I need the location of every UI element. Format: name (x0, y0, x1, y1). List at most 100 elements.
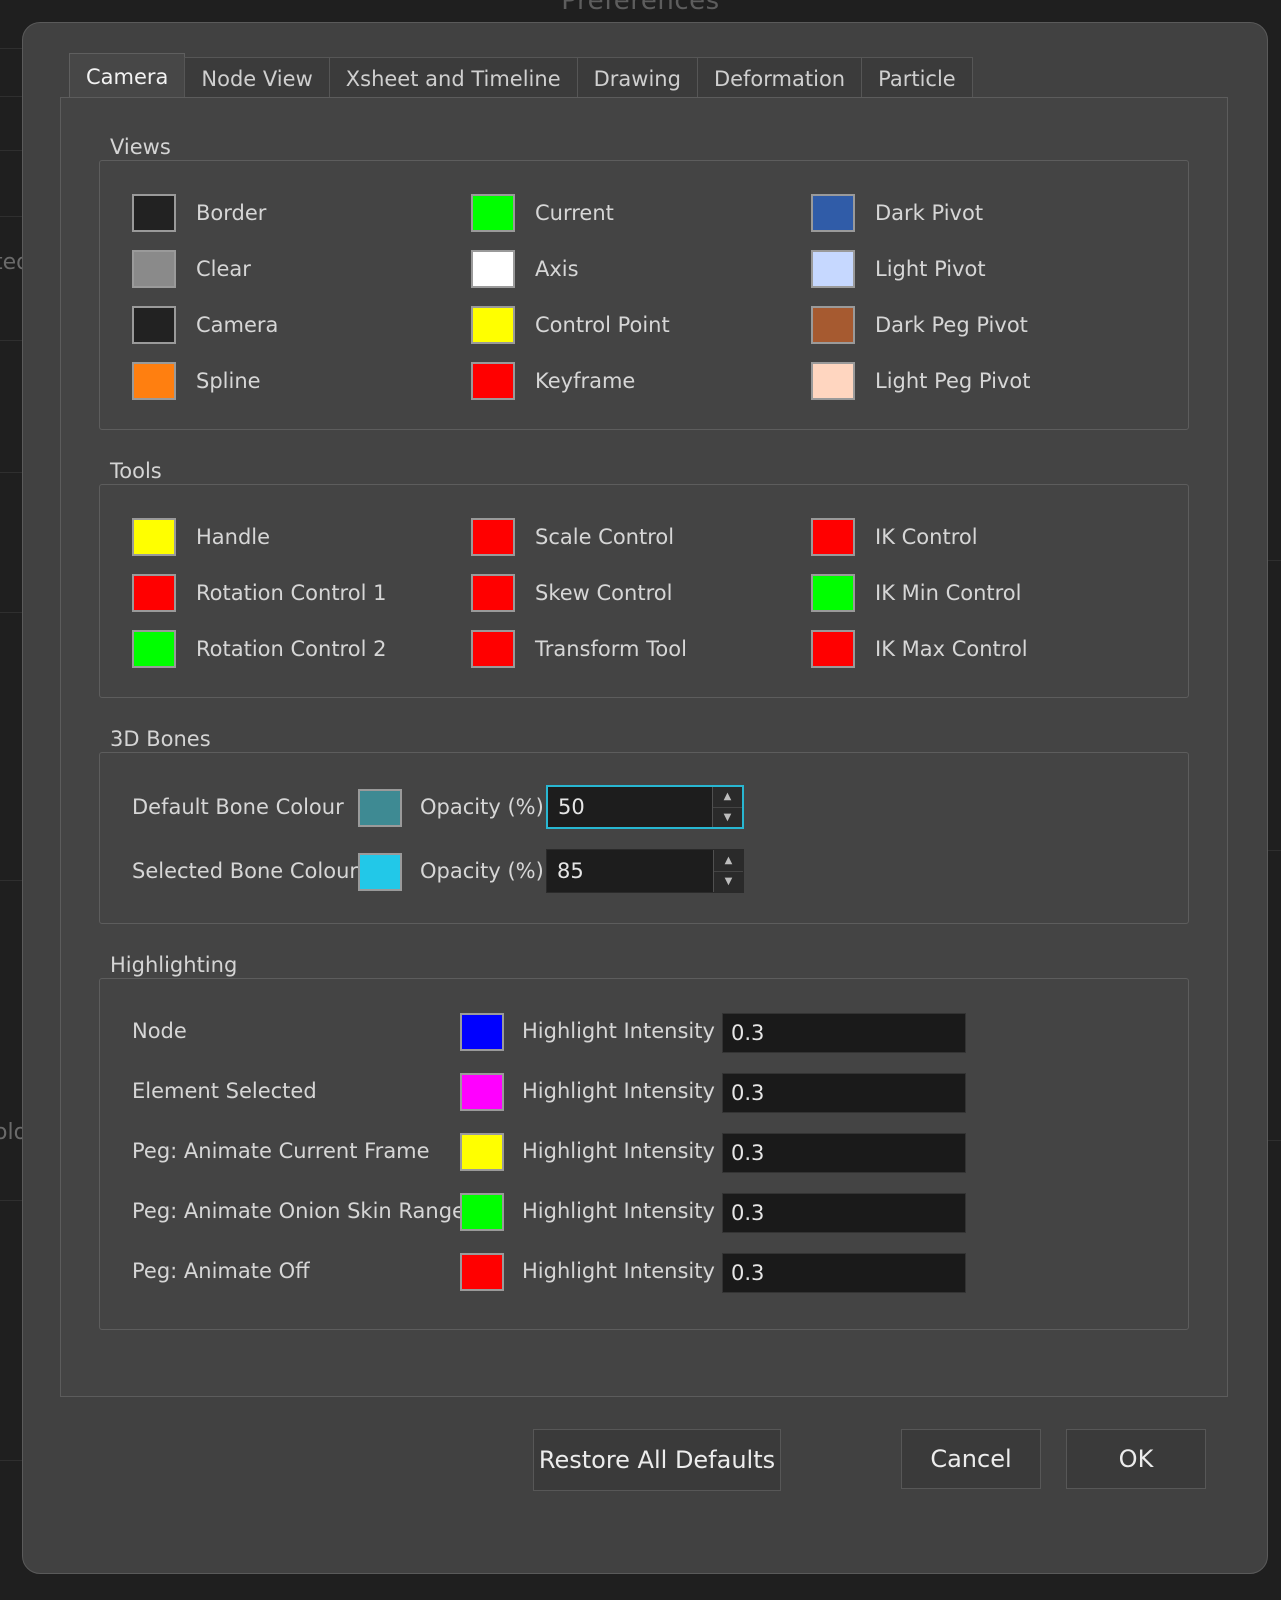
window-title: Preferences (561, 0, 720, 16)
opacity-value[interactable]: 50 (548, 787, 712, 827)
colour-item-label: Scale Control (535, 525, 675, 549)
colour-swatch[interactable] (811, 250, 855, 288)
bg-divider (0, 612, 24, 613)
colour-item-clear[interactable]: Clear (132, 249, 251, 289)
colour-swatch[interactable] (811, 306, 855, 344)
colour-swatch[interactable] (460, 1073, 504, 1111)
highlight-intensity-label: Highlight Intensity (522, 1259, 715, 1283)
colour-swatch[interactable] (471, 306, 515, 344)
colour-item-dark-peg-pivot[interactable]: Dark Peg Pivot (811, 305, 1028, 345)
highlight-intensity-field[interactable]: 0.3 (722, 1253, 966, 1293)
colour-item-light-pivot[interactable]: Light Pivot (811, 249, 986, 289)
tab-particle[interactable]: Particle (861, 57, 973, 99)
bg-divider (0, 216, 24, 217)
colour-swatch[interactable] (811, 518, 855, 556)
colour-item-label: Light Pivot (875, 257, 986, 281)
tab-xsheet-and-timeline[interactable]: Xsheet and Timeline (328, 57, 578, 99)
default-bone-colour-swatch[interactable] (358, 788, 402, 828)
highlight-intensity-field[interactable]: 0.3 (722, 1133, 966, 1173)
colour-swatch[interactable] (471, 250, 515, 288)
selected-bone-opacity-spinbox[interactable]: 85 ▲ ▼ (546, 849, 744, 893)
colour-swatch[interactable] (358, 853, 402, 891)
colour-item-border[interactable]: Border (132, 193, 266, 233)
colour-item-rotation-control-2[interactable]: Rotation Control 2 (132, 629, 386, 669)
colour-item-skew-control[interactable]: Skew Control (471, 573, 672, 613)
cancel-button[interactable]: Cancel (901, 1429, 1041, 1489)
colour-swatch[interactable] (132, 194, 176, 232)
colour-item-camera[interactable]: Camera (132, 305, 278, 345)
colour-item-axis[interactable]: Axis (471, 249, 579, 289)
colour-item-scale-control[interactable]: Scale Control (471, 517, 674, 557)
highlight-colour-swatch[interactable] (460, 1132, 504, 1172)
ok-button[interactable]: OK (1066, 1429, 1206, 1489)
colour-item-label: IK Max Control (875, 637, 1028, 661)
colour-item-ik-control[interactable]: IK Control (811, 517, 978, 557)
opacity-label: Opacity (%) (420, 795, 544, 819)
spin-down-icon[interactable]: ▼ (713, 808, 742, 828)
colour-swatch[interactable] (132, 306, 176, 344)
highlight-colour-swatch[interactable] (460, 1012, 504, 1052)
bg-divider (0, 96, 24, 97)
colour-swatch[interactable] (471, 362, 515, 400)
colour-item-ik-min-control[interactable]: IK Min Control (811, 573, 1022, 613)
highlight-intensity-field[interactable]: 0.3 (722, 1013, 966, 1053)
highlight-colour-swatch[interactable] (460, 1192, 504, 1232)
colour-item-rotation-control-1[interactable]: Rotation Control 1 (132, 573, 386, 613)
colour-item-spline[interactable]: Spline (132, 361, 261, 401)
colour-swatch[interactable] (471, 194, 515, 232)
colour-swatch[interactable] (132, 250, 176, 288)
colour-swatch[interactable] (811, 362, 855, 400)
colour-item-current[interactable]: Current (471, 193, 614, 233)
colour-item-handle[interactable]: Handle (132, 517, 270, 557)
colour-swatch[interactable] (132, 574, 176, 612)
highlight-row-label: Element Selected (132, 1079, 317, 1103)
colour-item-dark-pivot[interactable]: Dark Pivot (811, 193, 983, 233)
colour-swatch[interactable] (811, 194, 855, 232)
colour-item-label: IK Control (875, 525, 978, 549)
tab-node-view[interactable]: Node View (184, 57, 330, 99)
colour-item-label: Axis (535, 257, 579, 281)
colour-item-ik-max-control[interactable]: IK Max Control (811, 629, 1028, 669)
colour-swatch[interactable] (132, 518, 176, 556)
tab-drawing[interactable]: Drawing (576, 57, 698, 99)
colour-item-transform-tool[interactable]: Transform Tool (471, 629, 687, 669)
colour-swatch[interactable] (811, 574, 855, 612)
colour-swatch[interactable] (460, 1193, 504, 1231)
selected-bone-colour-label: Selected Bone Colour (132, 859, 359, 883)
spin-down-icon[interactable]: ▼ (714, 872, 743, 893)
colour-swatch[interactable] (460, 1253, 504, 1291)
colour-swatch[interactable] (358, 789, 402, 827)
colour-swatch[interactable] (471, 630, 515, 668)
bg-divider (0, 472, 24, 473)
highlight-row-label: Peg: Animate Onion Skin Range (132, 1199, 465, 1223)
bones-group: 3D Bones Default Bone Colour Opacity (%)… (99, 727, 1189, 924)
spin-up-icon[interactable]: ▲ (714, 850, 743, 872)
preferences-dialog: Camera Node View Xsheet and Timeline Dra… (22, 22, 1268, 1574)
colour-swatch[interactable] (460, 1133, 504, 1171)
colour-item-control-point[interactable]: Control Point (471, 305, 670, 345)
highlight-intensity-label: Highlight Intensity (522, 1079, 715, 1103)
colour-swatch[interactable] (460, 1013, 504, 1051)
colour-swatch[interactable] (811, 630, 855, 668)
spin-up-icon[interactable]: ▲ (713, 787, 742, 808)
highlight-colour-swatch[interactable] (460, 1252, 504, 1292)
selected-bone-colour-swatch[interactable] (358, 852, 402, 892)
bg-divider (0, 48, 24, 49)
tab-deformation[interactable]: Deformation (696, 57, 863, 99)
colour-item-keyframe[interactable]: Keyframe (471, 361, 635, 401)
default-bone-opacity-spinbox[interactable]: 50 ▲ ▼ (546, 785, 744, 829)
highlight-intensity-field[interactable]: 0.3 (722, 1073, 966, 1113)
highlight-colour-swatch[interactable] (460, 1072, 504, 1112)
colour-item-label: Rotation Control 1 (196, 581, 387, 605)
camera-panel: Views Border Clear Camera Spline Current Axis… (60, 97, 1228, 1397)
restore-all-defaults-button[interactable]: Restore All Defaults (533, 1429, 781, 1491)
colour-swatch[interactable] (471, 518, 515, 556)
opacity-value[interactable]: 85 (547, 850, 713, 892)
colour-swatch[interactable] (132, 362, 176, 400)
highlight-intensity-field[interactable]: 0.3 (722, 1193, 966, 1233)
colour-item-light-peg-pivot[interactable]: Light Peg Pivot (811, 361, 1030, 401)
colour-swatch[interactable] (132, 630, 176, 668)
highlight-intensity-label: Highlight Intensity (522, 1019, 715, 1043)
tab-camera[interactable]: Camera (69, 53, 186, 99)
colour-swatch[interactable] (471, 574, 515, 612)
